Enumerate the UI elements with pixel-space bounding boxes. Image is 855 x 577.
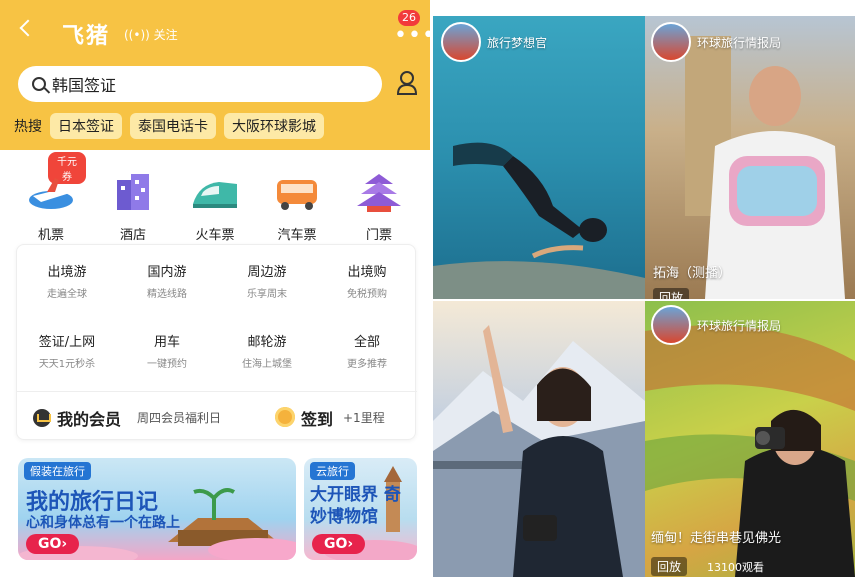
grid-subtitle: 更多推荐 <box>347 359 387 370</box>
follow-button[interactable]: ((•)) 关注 <box>124 26 178 43</box>
grid-item[interactable]: 出境购 免税预购 <box>317 245 417 313</box>
category-label: 机票 <box>37 228 64 243</box>
bus-icon <box>277 180 317 210</box>
replay-badge: 回放 <box>651 557 688 576</box>
hot-tag[interactable]: 大阪环球影城 <box>224 113 324 139</box>
grid-subtitle: 天天1元秒杀 <box>38 359 96 370</box>
grid-item[interactable]: 出境游 走遍全球 <box>17 245 117 313</box>
grid-item[interactable]: 周边游 乐享周末 <box>217 245 317 313</box>
live-tile-mountain[interactable] <box>433 301 645 577</box>
grid-title: 出境购 <box>347 265 387 280</box>
sign-in-reward: +1里程 <box>343 411 385 425</box>
brand-title: 飞猪 <box>62 24 111 49</box>
banner-tag: 假装在旅行 <box>24 462 91 480</box>
back-icon[interactable] <box>19 19 37 37</box>
avatar[interactable] <box>651 305 691 345</box>
video-caption: 缅甸！走街串巷见佛光 <box>651 531 782 546</box>
hot-tag[interactable]: 日本签证 <box>50 113 122 139</box>
grid-title: 周边游 <box>247 265 287 280</box>
banner-title: 大开眼界 奇妙博物馆 <box>310 485 401 527</box>
more-menu-icon[interactable]: ••• <box>394 25 430 47</box>
category-trains[interactable]: 火车票 <box>180 152 250 243</box>
avatar[interactable] <box>441 22 481 62</box>
grid-item[interactable]: 国内游 精选线路 <box>117 245 217 313</box>
video-caption: 拓海（测播） <box>653 266 732 281</box>
account-name: 环球旅行情报局 <box>697 35 782 50</box>
account-tag: 环球旅行情报局 <box>651 305 781 345</box>
category-label: 酒店 <box>119 228 146 243</box>
grid-subtitle: 住海上城堡 <box>242 359 292 370</box>
replay-badge: 回放 <box>653 288 690 299</box>
grid-item[interactable]: 邮轮游 住海上城堡 <box>217 315 317 383</box>
temple-icon <box>357 174 401 212</box>
train-icon <box>193 182 237 208</box>
search-icon <box>32 77 46 91</box>
category-flights[interactable]: 千元券 机票 <box>16 152 86 243</box>
banner-travel-diary[interactable]: 假装在旅行 我的旅行日记 心和身体总有一个在路上 GO› <box>18 458 296 560</box>
grid-subtitle: 一键预约 <box>147 359 187 370</box>
category-label: 汽车票 <box>277 228 317 243</box>
header: 飞猪 ((•)) 关注 26 ••• 韩国签证 热搜 日本签证 泰国电话卡 大阪… <box>0 0 430 150</box>
account-name: 环球旅行情报局 <box>697 318 782 333</box>
avatar[interactable] <box>651 22 691 62</box>
search-value: 韩国签证 <box>52 76 117 95</box>
grid-subtitle: 乐享周末 <box>247 289 287 300</box>
member-row: 我的会员 周四会员福利日 签到 +1里程 <box>17 391 417 441</box>
grid-item[interactable]: 全部 更多推荐 <box>317 315 417 383</box>
account-tag: 旅行梦想官 <box>441 22 547 62</box>
grid-title: 签证/上网 <box>38 335 96 350</box>
member-subtitle: 周四会员福利日 <box>137 411 222 425</box>
feizhu-app-panel: 飞猪 ((•)) 关注 26 ••• 韩国签证 热搜 日本签证 泰国电话卡 大阪… <box>0 0 430 577</box>
grid-title: 出境游 <box>47 265 87 280</box>
grid-title: 用车 <box>153 335 180 350</box>
hot-tag[interactable]: 泰国电话卡 <box>130 113 216 139</box>
user-icon[interactable] <box>396 70 418 96</box>
sign-in-button[interactable]: 签到 <box>301 406 333 430</box>
coin-icon <box>275 407 295 427</box>
live-tile-photographer[interactable]: 环球旅行情报局 缅甸！走街串巷见佛光 回放 13100观看 <box>645 301 855 577</box>
search-input[interactable]: 韩国签证 <box>18 66 382 102</box>
member-title[interactable]: 我的会员 <box>57 406 121 430</box>
go-button[interactable]: GO› <box>312 534 366 554</box>
plane-icon <box>29 178 73 209</box>
grid-item[interactable]: 用车 一键预约 <box>117 315 217 383</box>
category-hotels[interactable]: 酒店 <box>98 152 168 243</box>
banner-subtitle: 心和身体总有一个在路上 <box>26 515 180 531</box>
grid-title: 邮轮游 <box>247 335 287 350</box>
follow-label: 关注 <box>153 28 178 42</box>
grid-item[interactable]: 签证/上网 天天1元秒杀 <box>17 315 117 383</box>
category-label: 火车票 <box>195 228 235 243</box>
broadcast-icon: ((•)) <box>124 28 150 42</box>
category-tickets[interactable]: 门票 <box>344 152 414 243</box>
live-tile-diver[interactable]: 旅行梦想官 <box>433 16 645 299</box>
account-tag: 环球旅行情报局 <box>651 22 781 62</box>
crown-icon <box>33 409 51 427</box>
account-name: 旅行梦想官 <box>487 35 548 50</box>
view-count: 13100观看 <box>707 561 764 574</box>
hotel-icon <box>117 174 149 210</box>
grid-subtitle: 免税预购 <box>347 289 387 300</box>
grid-subtitle: 精选线路 <box>147 289 187 300</box>
live-tile-baby[interactable]: 环球旅行情报局 拓海（测播） 回放 <box>645 16 855 299</box>
hot-search-label: 热搜 <box>14 119 42 135</box>
mountain-woman-illustration <box>433 325 645 577</box>
banner-museum[interactable]: 云旅行 大开眼界 奇妙博物馆 GO› <box>304 458 417 560</box>
category-row: 千元券 机票 酒店 火车票 汽车票 门票 <box>16 152 414 243</box>
hot-search-row: 热搜 日本签证 泰国电话卡 大阪环球影城 <box>14 113 324 139</box>
grid-title: 全部 <box>353 335 380 350</box>
grid-subtitle: 走遍全球 <box>47 289 87 300</box>
go-button[interactable]: GO› <box>26 534 80 554</box>
service-grid: 出境游 走遍全球 国内游 精选线路 周边游 乐享周末 出境购 免税预购 签证/上… <box>16 244 417 441</box>
category-buses[interactable]: 汽车票 <box>262 152 332 243</box>
grid-title: 国内游 <box>147 265 187 280</box>
banner-tag: 云旅行 <box>310 462 355 480</box>
category-label: 门票 <box>365 228 392 243</box>
